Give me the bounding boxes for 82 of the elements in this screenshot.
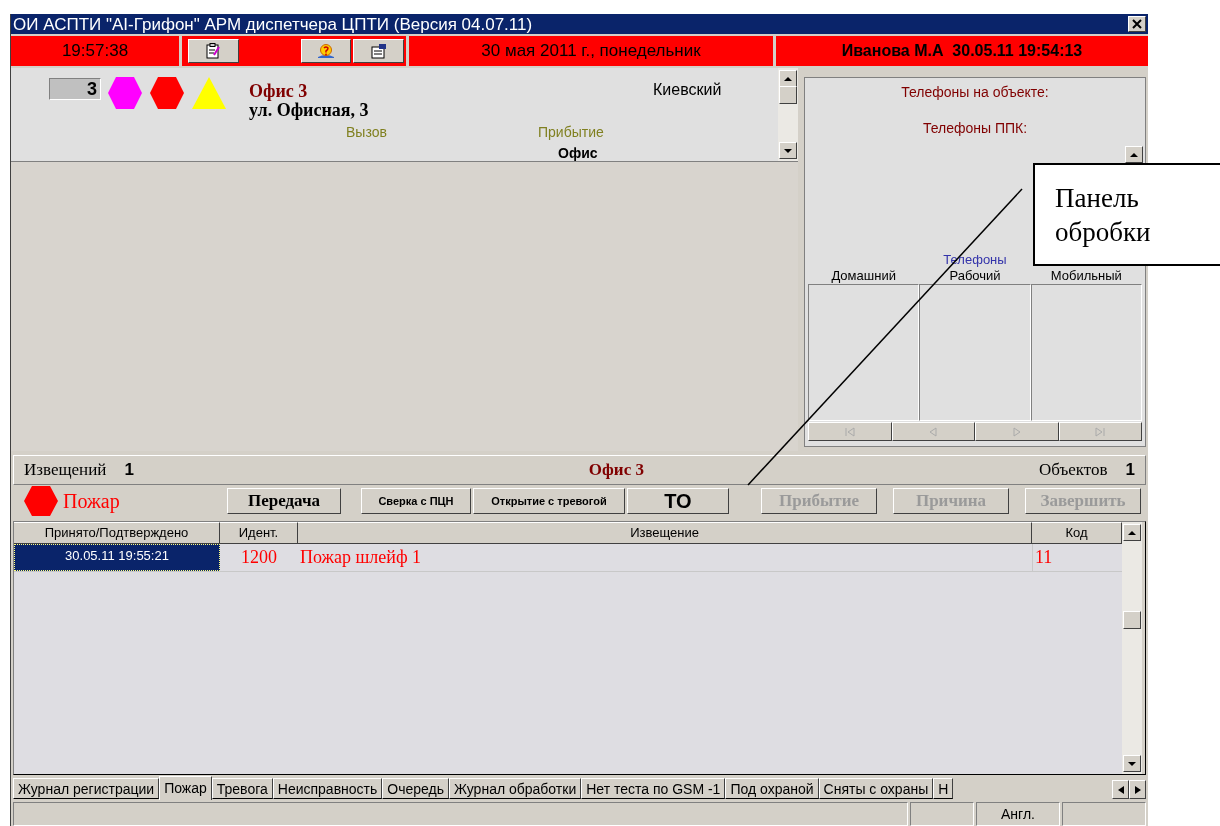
arrow-up-icon: [784, 74, 792, 83]
keyboard-language: Англ.: [1001, 804, 1035, 824]
notices-count: 1: [124, 459, 134, 482]
action-button[interactable]: Сверка с ПЦН: [361, 488, 471, 514]
previous-icon: [927, 425, 940, 438]
tab[interactable]: Журнал обработки: [449, 778, 582, 799]
phones-ppk-label: Телефоны ППК:: [921, 119, 1029, 138]
navigation-button[interactable]: [891, 422, 975, 441]
scroll-up-button[interactable]: [1125, 146, 1143, 163]
navigation-button[interactable]: [975, 422, 1059, 441]
scroll-down-button[interactable]: [1123, 755, 1141, 772]
table-cell-text: 1200: [240, 546, 278, 569]
hexagon-icon: [23, 485, 59, 517]
next-icon: [1010, 425, 1023, 438]
triangle-icon: [191, 76, 227, 110]
call-label: Вызов: [346, 123, 387, 142]
phones-on-object-label: Телефоны на объекте:: [900, 83, 1050, 102]
scrollbar[interactable]: [778, 68, 798, 161]
properties-icon: [370, 43, 387, 59]
action-button[interactable]: Открытие с тревогой: [473, 488, 625, 514]
object-number-field: 3: [49, 78, 101, 100]
help-book-icon: [317, 43, 335, 59]
action-button[interactable]: Передача: [227, 488, 341, 514]
tab[interactable]: Под охраной: [725, 778, 819, 799]
clock-text: 19:57:38: [61, 40, 129, 63]
arrival-value: Офис: [558, 144, 598, 163]
arrow-right-icon: [1134, 785, 1141, 794]
status-panel: [910, 802, 974, 826]
tab[interactable]: Пожар: [159, 776, 212, 800]
tab[interactable]: Сняты с охраны: [818, 778, 934, 799]
tab-scroll-left-button[interactable]: [1112, 780, 1129, 799]
column-header[interactable]: Извещение: [298, 522, 1032, 544]
date-text: 30 мая 2011 г., понедельник: [481, 40, 701, 63]
column-header: Домашний: [830, 267, 897, 284]
column-header[interactable]: Идент.: [220, 522, 298, 544]
table-cell: 30.05.11 19:55:21: [14, 544, 220, 571]
tab[interactable]: Н: [933, 778, 954, 799]
column-header[interactable]: Код: [1032, 522, 1122, 544]
toolbar-button[interactable]: [353, 39, 404, 63]
column-header[interactable]: Принято/Подтверждено: [14, 522, 220, 544]
scrollbar[interactable]: [1122, 522, 1142, 774]
first-record-icon: [843, 425, 856, 438]
arrow-up-icon: [1128, 528, 1136, 537]
navigation-button[interactable]: [808, 422, 892, 441]
notices-label: Извещений: [24, 459, 107, 482]
scroll-thumb[interactable]: [1123, 611, 1141, 629]
action-button[interactable]: ТО: [627, 488, 729, 514]
operator-text: Иванова М.А 30.05.11 19:54:13: [841, 41, 1083, 61]
tab[interactable]: Очередь: [382, 778, 449, 799]
close-button[interactable]: [1128, 16, 1146, 32]
tab[interactable]: Журнал регистрации: [13, 778, 160, 799]
hexagon-icon: [107, 76, 143, 110]
tab[interactable]: Тревога: [211, 778, 273, 799]
scroll-down-button[interactable]: [779, 142, 797, 159]
column-header: Мобильный: [1049, 267, 1123, 284]
window-title: ОИ АСПТИ "АI-Грифон" АРМ диспетчера ЦПТИ (Версия 04.07.11): [13, 15, 533, 33]
navigation-button[interactable]: [1058, 422, 1142, 441]
tab-scroll-right-button[interactable]: [1129, 780, 1146, 799]
last-record-icon: [1094, 425, 1107, 438]
toolbar-button[interactable]: [300, 39, 352, 63]
arrow-left-icon: [1117, 785, 1124, 794]
tab[interactable]: Неисправность: [272, 778, 383, 799]
arrow-down-icon: [784, 146, 792, 155]
event-type: Пожар: [63, 489, 120, 515]
tab[interactable]: Нет теста по GSM -1: [581, 778, 726, 799]
clipboard-icon: [206, 43, 221, 59]
arrow-up-icon: [1130, 150, 1138, 159]
object-address: ул. Офисная, 3: [249, 100, 369, 122]
close-icon: [1132, 19, 1142, 29]
column-header: Рабочий: [948, 267, 1002, 284]
arrow-down-icon: [1128, 759, 1136, 768]
district-text: Киевский: [653, 80, 722, 100]
object-name: Офис 3: [588, 459, 644, 482]
object-name: Офис 3: [249, 80, 308, 102]
arrival-label: Прибытие: [538, 123, 604, 142]
toolbar-button[interactable]: [188, 39, 239, 63]
objects-label: Объектов: [1038, 459, 1108, 482]
hexagon-icon: [149, 76, 185, 110]
objects-count: 1: [1125, 459, 1135, 482]
table-cell-text: Пожар шлейф 1: [299, 546, 423, 569]
scroll-up-button[interactable]: [1123, 524, 1141, 541]
callout-text: Панель обробки: [1033, 163, 1220, 266]
